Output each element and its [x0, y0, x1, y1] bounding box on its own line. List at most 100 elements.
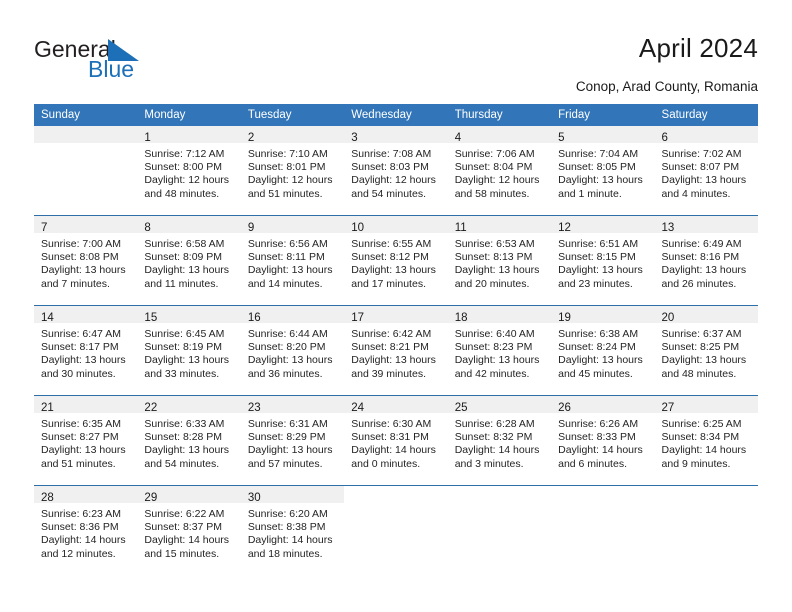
brand-logo[interactable]: General Blue: [34, 36, 234, 84]
calendar-day-cell[interactable]: 12 Sunrise: 6:51 AM Sunset: 8:15 PM Dayligh…: [551, 215, 655, 306]
calendar-day-cell[interactable]: 20 Sunrise: 6:37 AM Sunset: 8:25 PM Dayligh…: [654, 305, 758, 396]
calendar-day-cell[interactable]: 8 Sunrise: 6:58 AM Sunset: 8:09 PM Daylight…: [137, 215, 241, 306]
daylight-duration-line1: Daylight: 14 hours: [661, 444, 747, 457]
daylight-duration-line1: Daylight: 13 hours: [41, 354, 126, 367]
daylight-duration-line2: and 33 minutes.: [144, 367, 220, 380]
day-number: 13: [661, 222, 675, 234]
day-details: Sunrise: 7:06 AM Sunset: 8:04 PM Daylight:…: [448, 143, 551, 201]
day-details: Sunrise: 6:23 AM Sunset: 8:36 PM Daylight:…: [34, 503, 137, 561]
daylight-duration-line1: Daylight: 13 hours: [454, 354, 540, 367]
sunset-time: Sunset: 8:28 PM: [144, 431, 223, 444]
calendar-day-cell[interactable]: 28 Sunrise: 6:23 AM Sunset: 8:36 PM Dayligh…: [34, 485, 138, 575]
day-number: 9: [247, 222, 255, 234]
sunrise-time: Sunrise: 6:44 AM: [247, 328, 328, 340]
day-number-band: 28: [34, 486, 138, 504]
calendar-day-cell[interactable]: 4 Sunrise: 7:06 AM Sunset: 8:04 PM Daylight…: [447, 126, 552, 216]
calendar-day-cell[interactable]: 9 Sunrise: 6:56 AM Sunset: 8:11 PM Daylight…: [240, 215, 345, 306]
day-number-band: 21: [34, 396, 138, 414]
sunrise-time: Sunrise: 6:42 AM: [351, 328, 432, 340]
sunrise-time: Sunrise: 6:45 AM: [144, 328, 225, 340]
calendar-day-cell[interactable]: 29 Sunrise: 6:22 AM Sunset: 8:37 PM Dayligh…: [137, 485, 241, 575]
day-number-band: 30: [240, 486, 345, 504]
day-number: 16: [247, 312, 261, 324]
daylight-duration-line1: Daylight: 14 hours: [351, 444, 436, 457]
day-details: Sunrise: 6:30 AM Sunset: 8:31 PM Daylight:…: [344, 413, 447, 471]
daylight-duration-line2: and 1 minute.: [558, 187, 622, 200]
calendar-day-cell[interactable]: 26 Sunrise: 6:26 AM Sunset: 8:33 PM Dayligh…: [551, 395, 655, 486]
sunrise-time: Sunrise: 6:55 AM: [351, 238, 432, 250]
calendar-day-cell[interactable]: 16 Sunrise: 6:44 AM Sunset: 8:20 PM Dayligh…: [240, 305, 345, 396]
calendar-day-cell[interactable]: 21 Sunrise: 6:35 AM Sunset: 8:27 PM Dayligh…: [34, 395, 138, 486]
day-number-band: 14: [34, 306, 138, 324]
sunset-time: Sunset: 8:16 PM: [661, 251, 740, 264]
day-number: 21: [41, 402, 54, 414]
day-details: Sunrise: 6:33 AM Sunset: 8:28 PM Daylight:…: [137, 413, 240, 471]
sunset-time: Sunset: 8:37 PM: [144, 521, 223, 534]
daylight-duration-line1: Daylight: 13 hours: [351, 264, 436, 277]
day-number: 3: [351, 132, 358, 144]
calendar-day-cell[interactable]: 10 Sunrise: 6:55 AM Sunset: 8:12 PM Dayligh…: [344, 215, 448, 306]
sunrise-time: Sunrise: 6:23 AM: [41, 508, 121, 520]
daylight-duration-line2: and 14 minutes.: [247, 277, 323, 290]
daylight-duration-line2: and 0 minutes.: [351, 457, 421, 470]
calendar-day-cell[interactable]: 30 Sunrise: 6:20 AM Sunset: 8:38 PM Dayligh…: [240, 485, 345, 575]
sunrise-time: Sunrise: 6:31 AM: [247, 418, 328, 430]
sunrise-time: Sunrise: 6:33 AM: [144, 418, 225, 430]
day-number-band: 23: [240, 396, 345, 414]
daylight-duration-line2: and 58 minutes.: [454, 187, 530, 200]
calendar-week-row: 14 Sunrise: 6:47 AM Sunset: 8:17 PM Dayligh…: [34, 305, 758, 396]
calendar-day-cell[interactable]: 22 Sunrise: 6:33 AM Sunset: 8:28 PM Dayligh…: [137, 395, 241, 486]
sunset-time: Sunset: 8:29 PM: [247, 431, 326, 444]
calendar-day-cell[interactable]: 24 Sunrise: 6:30 AM Sunset: 8:31 PM Dayligh…: [344, 395, 448, 486]
calendar-day-cell[interactable]: 25 Sunrise: 6:28 AM Sunset: 8:32 PM Dayligh…: [447, 395, 552, 486]
calendar-day-cell[interactable]: 19 Sunrise: 6:38 AM Sunset: 8:24 PM Dayligh…: [551, 305, 655, 396]
calendar-day-cell[interactable]: 14 Sunrise: 6:47 AM Sunset: 8:17 PM Dayligh…: [34, 305, 138, 396]
daylight-duration-line2: and 6 minutes.: [558, 457, 627, 470]
calendar-day-cell[interactable]: 11 Sunrise: 6:53 AM Sunset: 8:13 PM Dayligh…: [447, 215, 552, 306]
sunrise-time: Sunrise: 6:40 AM: [454, 328, 535, 340]
calendar-day-cell[interactable]: 2 Sunrise: 7:10 AM Sunset: 8:01 PM Daylight…: [240, 126, 345, 216]
day-number: 11: [454, 222, 467, 234]
sunset-time: Sunset: 8:34 PM: [661, 431, 740, 444]
day-number-band: 10: [344, 216, 448, 234]
calendar-day-cell[interactable]: 1 Sunrise: 7:12 AM Sunset: 8:00 PM Daylight…: [137, 126, 241, 216]
sunrise-time: Sunrise: 6:28 AM: [454, 418, 535, 430]
day-number: 17: [351, 312, 365, 324]
calendar-page: General Blue April 2024 Conop, Arad Coun…: [0, 0, 792, 612]
calendar-day-cell[interactable]: 13 Sunrise: 6:49 AM Sunset: 8:16 PM Dayligh…: [654, 215, 758, 306]
calendar-day-cell[interactable]: 27 Sunrise: 6:25 AM Sunset: 8:34 PM Dayligh…: [654, 395, 758, 486]
sunset-time: Sunset: 8:08 PM: [41, 251, 119, 264]
day-details: Sunrise: 7:04 AM Sunset: 8:05 PM Daylight:…: [551, 143, 654, 201]
calendar-day-cell[interactable]: 3 Sunrise: 7:08 AM Sunset: 8:03 PM Daylight…: [344, 126, 448, 216]
daylight-duration-line1: Daylight: 13 hours: [351, 354, 436, 367]
day-number-band: 20: [654, 306, 758, 324]
calendar-day-cell[interactable]: 15 Sunrise: 6:45 AM Sunset: 8:19 PM Dayligh…: [137, 305, 241, 396]
sunset-time: Sunset: 8:03 PM: [351, 161, 429, 174]
daylight-duration-line2: and 12 minutes.: [41, 547, 116, 560]
calendar-day-cell[interactable]: 5 Sunrise: 7:04 AM Sunset: 8:05 PM Daylight…: [551, 126, 655, 216]
calendar-day-cell[interactable]: 23 Sunrise: 6:31 AM Sunset: 8:29 PM Dayligh…: [240, 395, 345, 486]
calendar-week-row: 28 Sunrise: 6:23 AM Sunset: 8:36 PM Dayligh…: [34, 485, 758, 575]
day-number: 19: [558, 312, 571, 324]
sunrise-time: Sunrise: 6:38 AM: [558, 328, 639, 340]
sunset-time: Sunset: 8:32 PM: [454, 431, 533, 444]
sunrise-time: Sunrise: 6:56 AM: [247, 238, 328, 250]
calendar-day-cell[interactable]: 17 Sunrise: 6:42 AM Sunset: 8:21 PM Dayligh…: [344, 305, 448, 396]
day-details: Sunrise: 6:28 AM Sunset: 8:32 PM Daylight:…: [448, 413, 551, 471]
day-number: 23: [247, 402, 261, 414]
day-details: Sunrise: 6:40 AM Sunset: 8:23 PM Daylight:…: [448, 323, 551, 381]
day-number-band: 15: [137, 306, 241, 324]
calendar-day-cell[interactable]: 18 Sunrise: 6:40 AM Sunset: 8:23 PM Dayligh…: [447, 305, 552, 396]
calendar-day-cell-blank: [344, 485, 448, 575]
day-details: Sunrise: 6:58 AM Sunset: 8:09 PM Daylight:…: [137, 233, 240, 291]
calendar-body: 1 Sunrise: 7:12 AM Sunset: 8:00 PM Daylight…: [34, 126, 758, 575]
day-details: Sunrise: 6:22 AM Sunset: 8:37 PM Daylight:…: [137, 503, 240, 561]
day-number: 26: [558, 402, 571, 414]
day-number-band: 19: [551, 306, 655, 324]
calendar-day-cell[interactable]: 7 Sunrise: 7:00 AM Sunset: 8:08 PM Daylight…: [34, 215, 138, 306]
day-details: Sunrise: 6:53 AM Sunset: 8:13 PM Daylight:…: [448, 233, 551, 291]
calendar-day-cell[interactable]: 6 Sunrise: 7:02 AM Sunset: 8:07 PM Daylight…: [654, 126, 758, 216]
day-number: 6: [661, 132, 668, 144]
weekday-header-row: Sunday Monday Tuesday Wednesday Thursday Frid…: [34, 104, 758, 126]
daylight-duration-line1: Daylight: 13 hours: [144, 444, 230, 457]
